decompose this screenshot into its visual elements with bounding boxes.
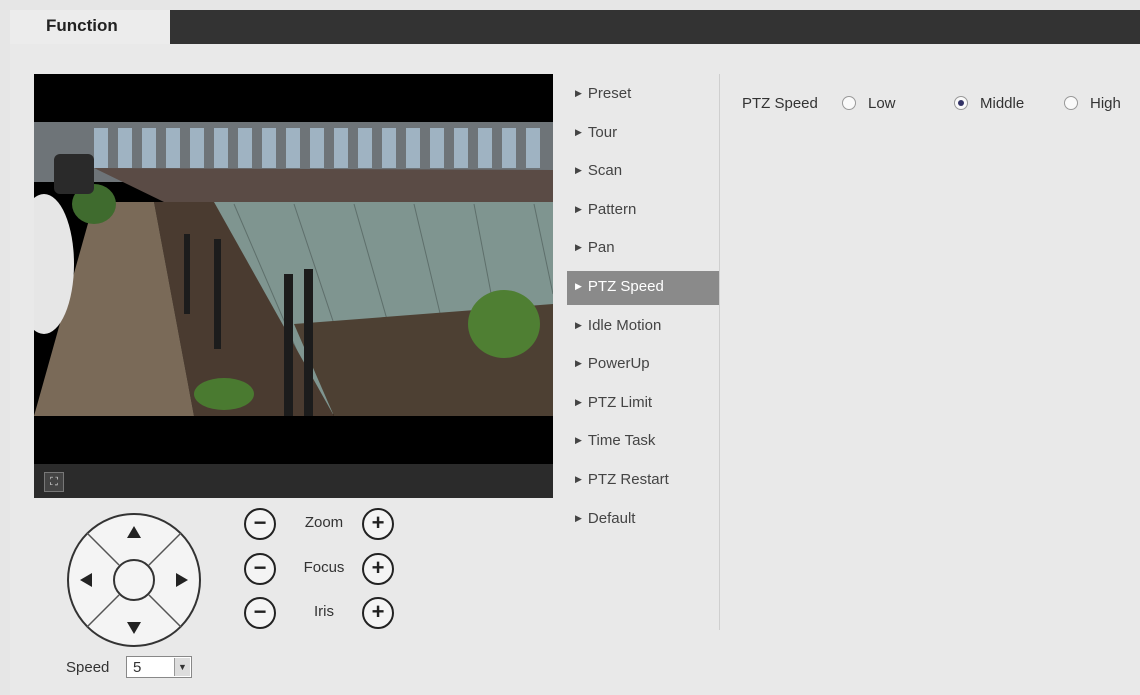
center-icon[interactable] [113,559,155,601]
focus-plus-button[interactable]: + [362,553,394,585]
menu-item-scan[interactable]: ▶ Scan [567,155,719,189]
radio-middle[interactable] [954,96,968,110]
radio-high-label[interactable]: High [1090,95,1121,112]
tab-function[interactable]: Function [10,10,170,44]
triangle-right-icon: ▶ [575,126,582,137]
triangle-right-icon: ▶ [575,242,582,253]
menu-item-time-task[interactable]: ▶ Time Task [567,425,719,459]
triangle-right-icon: ▶ [575,203,582,214]
menu-item-pattern[interactable]: ▶ Pattern [567,194,719,228]
focus-control: − Focus + [244,553,404,587]
triangle-right-icon: ▶ [575,88,582,98]
panel-divider [719,74,720,630]
speed-value: 5 [133,659,142,676]
menu-item-default[interactable]: ▶ Default [567,503,719,537]
triangle-right-icon: ▶ [575,512,582,523]
focus-label: Focus [303,559,345,576]
menu-item-powerup[interactable]: ▶ PowerUp [567,348,719,382]
menu-item-preset[interactable]: ▶ Preset [567,78,719,112]
zoom-control: − Zoom + [244,508,404,542]
triangle-right-icon: ▶ [575,319,582,330]
iris-label: Iris [314,603,334,620]
zoom-out-button[interactable]: − [244,508,276,540]
ptz-speed-label: PTZ Speed [742,95,818,112]
triangle-right-icon: ▶ [575,165,582,176]
video-toolbar: ⛶ [34,464,553,498]
triangle-right-icon: ▶ [575,435,582,446]
live-video-view[interactable] [34,74,553,464]
menu-item-idle-motion[interactable]: ▶ Idle Motion [567,310,719,344]
tab-bar [10,10,1140,44]
camera-scene [34,74,553,464]
ptz-speed-setting: PTZ Speed Low Middle High [742,95,1132,115]
fullscreen-icon[interactable]: ⛶ [44,472,64,492]
direction-pad [67,513,201,647]
radio-low[interactable] [842,96,856,110]
chevron-down-icon[interactable]: ▼ [174,658,190,676]
iris-control: − Iris + [244,597,404,631]
iris-minus-button[interactable]: − [244,597,276,629]
zoom-in-button[interactable]: + [362,508,394,540]
iris-plus-button[interactable]: + [362,597,394,629]
triangle-right-icon: ▶ [575,358,582,369]
speed-select[interactable]: 5 ▼ [126,656,192,678]
menu-item-tour[interactable]: ▶ Tour [567,117,719,151]
menu-item-ptz-speed[interactable]: ▶ PTZ Speed [567,270,719,305]
zoom-label: Zoom [304,514,344,531]
speed-label: Speed [66,659,110,676]
menu-item-ptz-restart[interactable]: ▶ PTZ Restart [567,464,719,498]
triangle-right-icon: ▶ [575,396,582,407]
menu-item-pan[interactable]: ▶ Pan [567,232,719,266]
radio-low-label[interactable]: Low [868,95,896,112]
triangle-right-icon: ▶ [575,473,582,484]
radio-high[interactable] [1064,96,1078,110]
menu-item-ptz-limit[interactable]: ▶ PTZ Limit [567,387,719,421]
function-menu: ▶ Preset ▶ Tour ▶ Scan ▶ Pattern ▶ Pan ▶ PTZ S… [567,78,719,541]
focus-minus-button[interactable]: − [244,553,276,585]
triangle-right-icon: ▶ [575,280,582,291]
radio-middle-label[interactable]: Middle [980,95,1024,112]
